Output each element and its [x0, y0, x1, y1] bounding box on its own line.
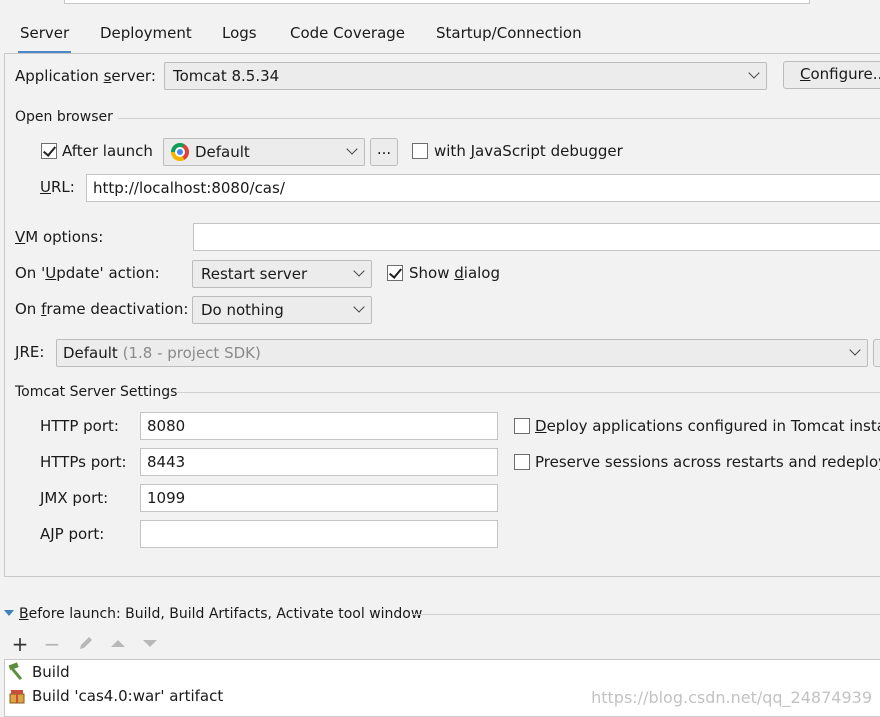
deploy-applications-checkbox[interactable]	[514, 418, 530, 434]
chevron-down-icon	[353, 301, 365, 313]
move-up-icon[interactable]	[108, 634, 128, 654]
preserve-sessions-label: Preserve sessions across restarts and re…	[535, 453, 880, 471]
collapse-triangle-icon[interactable]	[4, 610, 14, 616]
artifact-icon	[8, 687, 26, 709]
separator	[118, 118, 880, 119]
separator	[176, 392, 880, 393]
deploy-applications-label: Deploy applications configured in Tomcat…	[535, 417, 880, 435]
http-port-input[interactable]: 8080	[140, 412, 498, 440]
remove-icon[interactable]: −	[42, 634, 62, 654]
chevron-down-icon	[346, 143, 358, 155]
watermark: https://blog.csdn.net/qq_24874939	[591, 688, 872, 707]
open-browser-section-title: Open browser	[15, 109, 113, 125]
top-name-field[interactable]	[64, 0, 810, 4]
ajp-port-label: AJP port:	[40, 525, 105, 543]
tomcat-settings-section-title: Tomcat Server Settings	[15, 384, 178, 400]
tab-code-coverage[interactable]: Code Coverage	[288, 16, 407, 54]
jmx-port-input[interactable]: 1099	[140, 484, 498, 512]
after-launch-checkbox[interactable]	[41, 143, 57, 159]
edit-icon[interactable]	[76, 634, 96, 654]
application-server-label: Application server:	[15, 67, 156, 85]
jmx-port-label: JMX port:	[40, 489, 109, 507]
url-input[interactable]: http://localhost:8080/cas/	[86, 174, 880, 202]
chrome-icon	[171, 143, 189, 161]
after-launch-label: After launch	[62, 142, 153, 160]
before-launch-title: Before launch: Build, Build Artifacts, A…	[19, 606, 423, 622]
chevron-down-icon	[849, 344, 861, 356]
tab-bar: Server Deployment Logs Code Coverage Sta…	[0, 16, 880, 54]
list-item[interactable]: Build	[5, 660, 880, 684]
tab-server[interactable]: Server	[18, 16, 72, 54]
vm-options-input[interactable]	[193, 223, 880, 251]
frame-deactivation-label: On frame deactivation:	[15, 300, 189, 318]
update-action-label: On 'Update' action:	[15, 264, 160, 282]
configure-button[interactable]: Configure...	[783, 61, 880, 89]
http-port-label: HTTP port:	[40, 417, 119, 435]
show-dialog-label: Show dialog	[409, 264, 501, 282]
tab-logs[interactable]: Logs	[220, 16, 259, 54]
show-dialog-checkbox[interactable]	[387, 265, 403, 281]
update-action-select[interactable]: Restart server	[192, 260, 372, 288]
jre-select[interactable]: Default (1.8 - project SDK)	[56, 339, 868, 367]
ajp-port-input[interactable]	[140, 520, 498, 548]
hammer-icon	[7, 662, 27, 686]
jre-browse-button[interactable]	[873, 339, 880, 367]
url-label: URL:	[40, 178, 75, 196]
javascript-debugger-checkbox[interactable]	[412, 143, 428, 159]
https-port-input[interactable]: 8443	[140, 448, 498, 476]
add-icon[interactable]: +	[10, 634, 30, 654]
preserve-sessions-checkbox[interactable]	[514, 454, 530, 470]
tab-startup-connection[interactable]: Startup/Connection	[434, 16, 584, 54]
application-server-select[interactable]: Tomcat 8.5.34	[164, 62, 767, 90]
vm-options-label: VM options:	[15, 228, 104, 246]
javascript-debugger-label: with JavaScript debugger	[434, 142, 623, 160]
browser-select[interactable]: Default	[163, 138, 365, 166]
move-down-icon[interactable]	[140, 634, 160, 654]
chevron-down-icon	[353, 265, 365, 277]
browse-browser-button[interactable]: ...	[370, 138, 398, 166]
jre-label: JRE:	[15, 343, 45, 361]
https-port-label: HTTPs port:	[40, 453, 127, 471]
frame-deactivation-select[interactable]: Do nothing	[192, 296, 372, 324]
tab-deployment[interactable]: Deployment	[98, 16, 194, 54]
chevron-down-icon	[748, 67, 760, 79]
separator	[412, 614, 880, 615]
